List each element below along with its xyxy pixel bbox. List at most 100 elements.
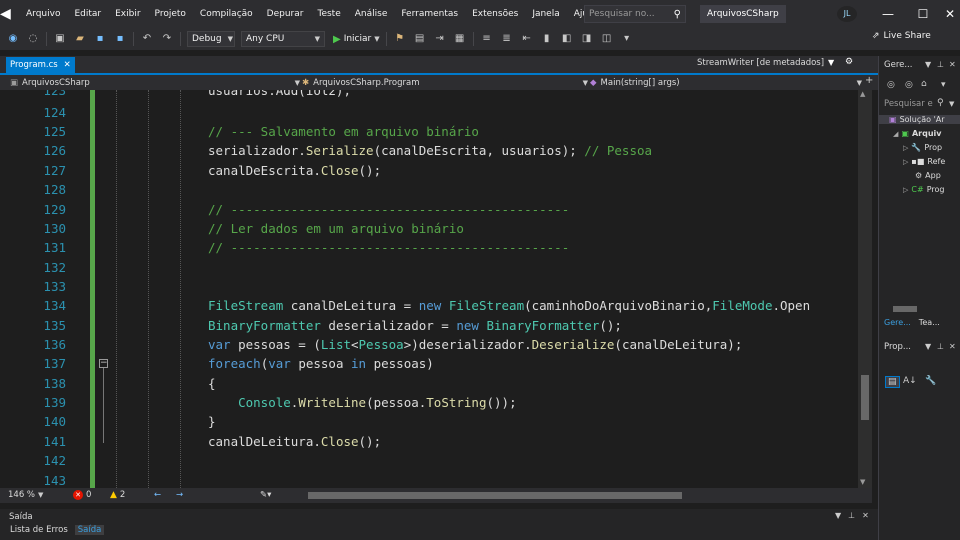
browser-link-icon[interactable]: ⚑	[393, 32, 407, 46]
home-icon[interactable]: ⌂	[921, 79, 927, 89]
next-bookmark-icon[interactable]: ◨	[580, 32, 594, 46]
chevron-down-icon: ▼	[582, 78, 588, 87]
references-icon: ▪■	[911, 157, 925, 166]
menu-extensoes[interactable]: Extensões	[472, 9, 518, 19]
menu-projeto[interactable]: Projeto	[155, 9, 186, 19]
start-debugging-button[interactable]: ▶ Iniciar ▼	[333, 34, 380, 45]
outdent-icon[interactable]: ⇤	[520, 32, 534, 46]
menu-arquivo[interactable]: Arquivo	[26, 9, 60, 19]
gear-icon[interactable]: ⚙	[845, 57, 853, 67]
menu-depurar[interactable]: Depurar	[267, 9, 304, 19]
navigate-back-icon[interactable]: ◉	[6, 32, 20, 46]
close-icon[interactable]: ✕	[862, 511, 869, 520]
line-number: 136	[43, 337, 66, 352]
solution-search-input[interactable]: Pesquisar e	[884, 99, 933, 109]
platform-select[interactable]: Any CPU ▼	[241, 31, 325, 47]
redo-icon[interactable]: ↷	[160, 32, 174, 46]
tab-error-list[interactable]: Lista de Erros	[9, 525, 69, 535]
project-node[interactable]: ◢ ▣ Arquiv	[893, 129, 941, 138]
horizontal-scroll-thumb[interactable]	[308, 492, 682, 499]
tab-team-explorer[interactable]: Tea...	[919, 318, 940, 327]
back-icon[interactable]: ◎	[887, 80, 895, 90]
step-over-icon[interactable]: ⇥	[433, 32, 447, 46]
minimize-icon[interactable]: —	[878, 4, 898, 24]
horizontal-scrollbar[interactable]	[296, 492, 856, 499]
menu-teste[interactable]: Teste	[317, 9, 340, 19]
save-icon[interactable]: ▪	[93, 32, 107, 46]
split-editor-icon[interactable]: +	[865, 75, 873, 86]
navigate-forward-icon[interactable]: ◌	[26, 32, 40, 46]
code-editor[interactable]: 123 124 125 126 127 128 129 130 131 132 …	[0, 90, 858, 488]
forward-icon[interactable]: ◎	[905, 80, 913, 90]
tab-solution-explorer[interactable]: Gere...	[879, 318, 911, 327]
menu-editar[interactable]: Editar	[74, 9, 101, 19]
tree-item-references[interactable]: ▷ ▪■ Refe	[903, 157, 945, 166]
close-window-icon[interactable]: ✕	[940, 4, 960, 24]
uncomment-icon[interactable]: ≣	[500, 32, 514, 46]
project-dropdown[interactable]: ▣ ArquivosCSharp ▼	[10, 75, 300, 90]
categorized-icon[interactable]: ▤	[885, 376, 900, 388]
menu-bar: ◀ Arquivo Editar Exibir Projeto Compilaç…	[0, 0, 960, 28]
pin-icon[interactable]: ⊥	[937, 60, 944, 69]
menu-analise[interactable]: Análise	[355, 9, 388, 19]
close-icon[interactable]: ✕	[949, 60, 956, 69]
class-dropdown[interactable]: ✱ ArquivosCSharp.Program ▼	[302, 75, 588, 90]
tab-program-cs[interactable]: Program.cs ✕	[6, 57, 75, 73]
menu-ferramentas[interactable]: Ferramentas	[401, 9, 458, 19]
scroll-down-icon[interactable]: ▼	[860, 478, 865, 486]
close-icon[interactable]: ✕	[949, 342, 956, 351]
toolbar-more-icon[interactable]: ▾	[941, 80, 946, 90]
code-cleanup-icon[interactable]: ✎▾	[260, 490, 271, 500]
user-avatar[interactable]: JL	[837, 6, 857, 22]
pin-icon[interactable]: ⊥	[848, 511, 855, 520]
prev-bookmark-icon[interactable]: ◧	[560, 32, 574, 46]
panel-menu-icon[interactable]: ▼	[835, 511, 841, 520]
open-file-icon[interactable]: ▰	[73, 32, 87, 46]
panel-menu-icon[interactable]: ▼	[925, 60, 931, 69]
change-tracking-bar	[90, 90, 95, 488]
member-dropdown[interactable]: ◆ Main(string[] args) ▼	[590, 75, 862, 90]
tree-item-properties[interactable]: ▷ 🔧 Prop	[903, 143, 942, 152]
tab-list-dropdown-icon[interactable]: ▼	[828, 58, 834, 67]
collapse-region-toggle[interactable]: −	[99, 359, 108, 368]
vertical-scrollbar[interactable]: ▲ ▼	[858, 90, 872, 488]
tab-streamwriter-preview[interactable]: StreamWriter [de metadados]	[697, 58, 824, 68]
zoom-select[interactable]: 146 % ▼	[8, 490, 43, 500]
menu-exibir[interactable]: Exibir	[115, 9, 140, 19]
alphabetical-icon[interactable]: A↓	[903, 376, 917, 386]
toolbar-options-icon[interactable]: ▾	[620, 32, 634, 46]
horizontal-scroll-thumb[interactable]	[893, 306, 917, 312]
solution-node[interactable]: ▣ Solução 'Ar	[879, 115, 960, 124]
chevron-down-icon: ▼	[314, 35, 320, 43]
breakpoints-icon[interactable]: ▦	[453, 32, 467, 46]
save-all-icon[interactable]: ▪	[113, 32, 127, 46]
close-tab-icon[interactable]: ✕	[64, 60, 71, 70]
pin-icon[interactable]: ⊥	[937, 342, 944, 351]
quick-launch-search[interactable]: Pesquisar no... ⚲	[584, 5, 686, 23]
bookmark-icon[interactable]: ▮	[540, 32, 554, 46]
panel-menu-icon[interactable]: ▼	[925, 342, 931, 351]
live-share-button[interactable]: ⇗ Live Share	[872, 31, 931, 41]
menu-compilacao[interactable]: Compilação	[200, 9, 253, 19]
tree-item-app-config[interactable]: ⚙ App	[915, 171, 941, 180]
comment-icon[interactable]: ≡	[480, 32, 494, 46]
clear-bookmarks-icon[interactable]: ◫	[600, 32, 614, 46]
errors-indicator[interactable]: ✕ 0	[73, 490, 91, 500]
undo-icon[interactable]: ↶	[140, 32, 154, 46]
tab-output[interactable]: Saída	[74, 525, 105, 535]
toggle-view-icon[interactable]: ▤	[413, 32, 427, 46]
vertical-scroll-thumb[interactable]	[861, 375, 869, 420]
next-issue-icon[interactable]: →	[176, 490, 183, 500]
maximize-icon[interactable]: ☐	[913, 4, 933, 24]
previous-issue-icon[interactable]: ←	[154, 490, 161, 500]
tree-item-program[interactable]: ▷ C# Prog	[903, 185, 944, 194]
solution-explorer-hscrollbar[interactable]	[883, 306, 957, 312]
warnings-indicator[interactable]: ▲ 2	[110, 490, 125, 500]
new-project-icon[interactable]: ▣	[53, 32, 67, 46]
chevron-down-icon[interactable]: ▼	[949, 100, 954, 108]
menu-janela[interactable]: Janela	[532, 9, 559, 19]
configuration-select[interactable]: Debug ▼	[187, 31, 235, 47]
line-number: 126	[43, 143, 66, 158]
property-pages-icon[interactable]: 🔧	[925, 376, 936, 386]
scroll-up-icon[interactable]: ▲	[860, 90, 865, 98]
